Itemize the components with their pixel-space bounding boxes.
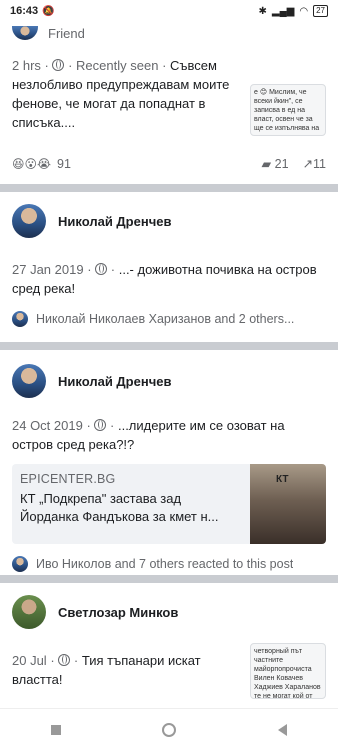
post-thumbnail[interactable]: е 😊 Мислим, че всеки йкин", се записва в…	[250, 84, 326, 136]
post-body[interactable]: 24 Oct 2019 · · ...лидерите им се озоват…	[12, 416, 326, 454]
post-time: 27 Jan 2019	[12, 262, 84, 277]
battery-icon: 27	[313, 5, 328, 17]
link-image: КТ	[250, 464, 326, 544]
comment-count[interactable]: ▰ 21	[262, 156, 289, 171]
author-name[interactable]: Николай Дренчев	[58, 214, 171, 229]
link-preview[interactable]: EPICENTER.BG КТ „Подкрепа" застава зад Й…	[12, 464, 326, 544]
post-header: Николай Дренчев	[0, 192, 338, 238]
post-thumbnail[interactable]: четворный път частните майорпопрочиста В…	[250, 643, 326, 699]
link-title: КТ „Подкрепа" застава зад Йорданка Фандъ…	[20, 491, 219, 524]
post-card[interactable]: Николай Дренчев 27 Jan 2019 · · ...- дож…	[0, 192, 338, 342]
reaction-icons[interactable]: 😆😮😭	[12, 157, 51, 171]
post-header-name: Friend	[48, 25, 85, 41]
avatar[interactable]	[12, 364, 46, 398]
avatar	[12, 311, 28, 327]
status-bar: 16:43 🔕 ✱ ▂▄▆ ◠ 27	[0, 0, 338, 22]
wifi-icon: ◠	[299, 5, 309, 17]
reaction-count[interactable]: 91	[57, 157, 71, 171]
avatar	[12, 556, 28, 572]
post-body[interactable]: 27 Jan 2019 · · ...- доживотна почивка н…	[12, 260, 326, 298]
reactors-row[interactable]: Иво Николов and 7 others reacted to this…	[0, 556, 338, 572]
feed-separator	[0, 184, 338, 192]
bluetooth-icon: ✱	[258, 5, 267, 17]
post-header: Светлозар Минков	[0, 583, 338, 629]
mute-icon: 🔕	[42, 5, 55, 17]
globe-icon	[52, 59, 65, 71]
post-time: 24 Oct 2019	[12, 418, 83, 433]
post-header: Николай Дренчев	[0, 350, 338, 398]
globe-icon	[58, 654, 71, 666]
author-name[interactable]: Светлозар Минков	[58, 605, 178, 620]
feed-separator	[0, 342, 338, 350]
home-button[interactable]	[162, 722, 177, 737]
android-nav-bar	[0, 708, 338, 750]
avatar[interactable]	[12, 595, 46, 629]
recents-button[interactable]	[50, 724, 61, 735]
status-time: 16:43	[10, 5, 39, 17]
comment-icon: ▰	[261, 157, 272, 171]
post-body[interactable]: 2 hrs · · Recently seen · Съвсем незлобл…	[12, 56, 242, 132]
post-card[interactable]: Friend 2 hrs · · Recently seen · Съвсем …	[0, 22, 338, 184]
post-card[interactable]: Николай Дренчев 24 Oct 2019 · · ...лидер…	[0, 350, 338, 575]
signal-icon: ▂▄▆	[271, 5, 295, 17]
post-seen: Recently seen	[76, 58, 159, 73]
post-body[interactable]: 20 Jul · · Тия тъпанари искат властта!	[12, 651, 242, 689]
globe-icon	[94, 419, 107, 431]
avatar[interactable]	[12, 204, 46, 238]
back-button[interactable]	[278, 723, 288, 736]
reactors-text: Иво Николов and 7 others reacted to this…	[36, 557, 294, 571]
author-name[interactable]: Николай Дренчев	[58, 374, 171, 389]
reactors-text: Николай Николаев Харизанов and 2 others.…	[36, 312, 295, 326]
link-domain: EPICENTER.BG	[20, 472, 116, 486]
feed-separator	[0, 575, 338, 583]
globe-icon	[95, 263, 108, 275]
post-time: 2 hrs	[12, 58, 41, 73]
post-time: 20 Jul	[12, 653, 47, 668]
avatar[interactable]	[12, 26, 38, 40]
share-icon: ↗	[302, 157, 314, 171]
share-count[interactable]: ↗11	[303, 156, 326, 171]
notifications-feed: Friend 2 hrs · · Recently seen · Съвсем …	[0, 22, 338, 723]
reactors-row[interactable]: Николай Николаев Харизанов and 2 others.…	[0, 311, 338, 327]
post-card[interactable]: Светлозар Минков 20 Jul · · Тия тъпанари…	[0, 583, 338, 723]
status-icons: ✱ ▂▄▆ ◠ 27	[258, 5, 328, 17]
